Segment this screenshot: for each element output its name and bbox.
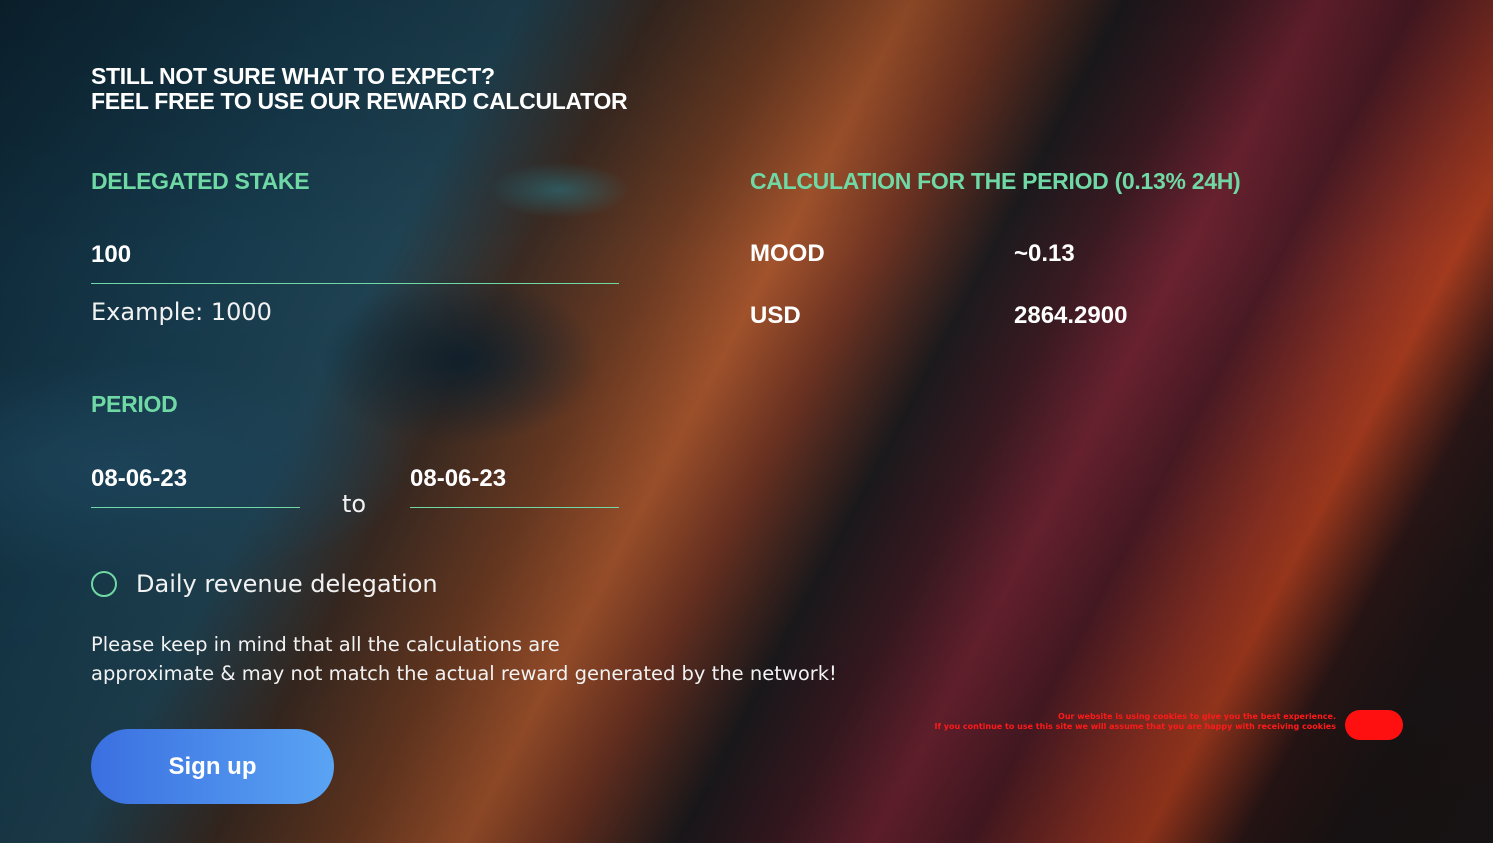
period-to-value: 08-06-23 [410, 465, 507, 492]
period-separator: to [342, 490, 367, 518]
disclaimer-line-1: Please keep in mind that all the calcula… [91, 633, 560, 656]
calc-row-usd-value: 2864.2900 [1014, 302, 1128, 329]
calc-row-usd-label: USD [750, 302, 801, 329]
delegated-stake-label: DELEGATED STAKE [91, 168, 310, 194]
calc-row-mood-label: MOOD [750, 240, 825, 267]
cookie-notice-text: Our website is using cookies to give you… [876, 712, 1336, 732]
sign-up-button[interactable]: Sign up [91, 729, 334, 804]
calculation-period-label: CALCULATION FOR THE PERIOD (0.13% 24H) [750, 168, 1241, 194]
calc-row-mood-value: ~0.13 [1014, 240, 1075, 267]
period-from-value: 08-06-23 [91, 465, 188, 492]
reward-calculator-section: STILL NOT SURE WHAT TO EXPECT? FEEL FREE… [0, 0, 1493, 843]
heading-line-1: STILL NOT SURE WHAT TO EXPECT? [91, 63, 495, 89]
period-from-date-input[interactable]: 08-06-23 [91, 450, 300, 508]
daily-revenue-delegation-option[interactable]: Daily revenue delegation [91, 566, 438, 602]
cookie-accept-button[interactable] [1345, 710, 1403, 740]
period-to-date-input[interactable]: 08-06-23 [410, 450, 619, 508]
daily-revenue-label: Daily revenue delegation [136, 570, 438, 598]
stake-example-hint: Example: 1000 [91, 298, 272, 326]
period-label: PERIOD [91, 391, 178, 417]
cookie-notice-line-1: Our website is using cookies to give you… [1058, 712, 1336, 721]
delegated-stake-input[interactable]: 100 [91, 226, 619, 284]
calculator-heading: STILL NOT SURE WHAT TO EXPECT? FEEL FREE… [91, 63, 628, 114]
cookie-notice-line-2: If you continue to use this site we will… [934, 722, 1336, 731]
delegated-stake-value: 100 [91, 241, 132, 268]
daily-revenue-radio[interactable] [91, 571, 117, 597]
calculation-disclaimer: Please keep in mind that all the calcula… [91, 630, 837, 688]
disclaimer-line-2: approximate & may not match the actual r… [91, 662, 837, 685]
heading-line-2: FEEL FREE TO USE OUR REWARD CALCULATOR [91, 88, 628, 114]
